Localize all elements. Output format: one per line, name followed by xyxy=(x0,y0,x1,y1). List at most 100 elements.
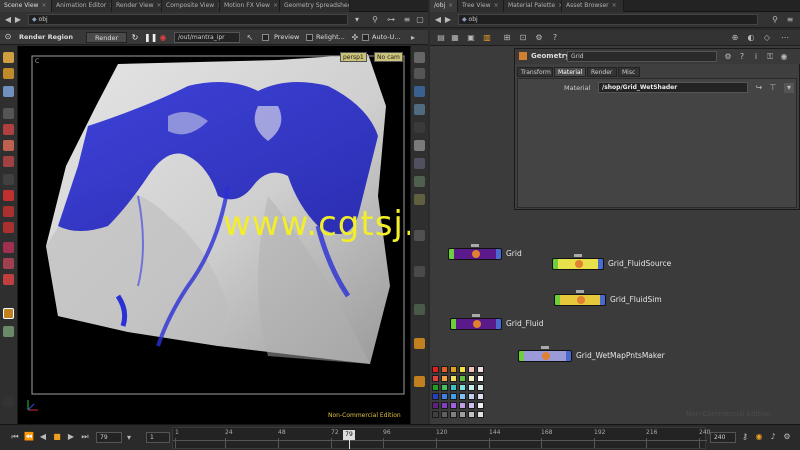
network-settings-icon[interactable]: ⚙ xyxy=(534,33,544,43)
lighting-icon[interactable] xyxy=(414,104,425,115)
node-input-connector[interactable] xyxy=(471,244,479,247)
jump-start-icon[interactable]: ⏮ xyxy=(10,432,20,442)
tile-mode-icon[interactable]: ▣ xyxy=(466,33,476,43)
flipbook-icon[interactable] xyxy=(414,376,425,387)
palette-swatch[interactable] xyxy=(450,411,457,418)
preview-checkbox[interactable] xyxy=(262,34,269,41)
right-tab-1[interactable]: Tree View × xyxy=(458,0,504,12)
palette-swatch[interactable] xyxy=(468,411,475,418)
wireframe-icon[interactable] xyxy=(414,68,425,79)
node-input-connector[interactable] xyxy=(541,346,549,349)
left-tab-4[interactable]: Motion FX View × xyxy=(220,0,280,12)
left-tab-5[interactable]: Geometry Spreadsheet× xyxy=(280,0,350,12)
palette-swatch[interactable] xyxy=(477,384,484,391)
end-frame-field[interactable]: 240 xyxy=(710,432,736,443)
back-arrow-icon[interactable]: ◀ xyxy=(433,15,443,25)
palette-swatch[interactable] xyxy=(468,393,475,400)
maximize-icon[interactable]: ▢ xyxy=(415,15,425,25)
teapot-icon[interactable] xyxy=(3,326,14,337)
palette-swatch[interactable] xyxy=(450,384,457,391)
palette-swatch[interactable] xyxy=(459,393,466,400)
light-tool-icon[interactable] xyxy=(3,140,14,151)
render-region-icon[interactable]: ⊙ xyxy=(3,32,13,42)
node-chooser-icon[interactable]: ⊤ xyxy=(768,83,778,93)
refresh-icon[interactable]: ↻ xyxy=(130,33,140,43)
lock-icon[interactable]: ⚿ xyxy=(765,52,775,62)
snap-tool-icon[interactable] xyxy=(3,174,14,185)
node-body[interactable] xyxy=(448,248,502,260)
zoom-fit-icon[interactable]: ⊡ xyxy=(518,33,528,43)
backface-icon[interactable] xyxy=(414,176,425,187)
palette-swatch[interactable] xyxy=(441,366,448,373)
snap-network-icon[interactable]: ⊕ xyxy=(730,33,740,43)
close-icon[interactable]: × xyxy=(273,2,278,9)
right-path-field[interactable]: ◆ obj xyxy=(458,14,758,25)
brush-tool-icon[interactable] xyxy=(3,206,14,217)
back-arrow-icon[interactable]: ◀ xyxy=(3,15,13,25)
link-icon[interactable]: ⊶ xyxy=(386,15,396,25)
palette-swatch[interactable] xyxy=(468,366,475,373)
camera-icon[interactable]: ✜ xyxy=(350,33,360,43)
info-icon[interactable]: i xyxy=(751,52,761,62)
palette-swatch[interactable] xyxy=(432,366,439,373)
node-body[interactable] xyxy=(554,294,606,306)
chevron-down-icon[interactable]: ▾ xyxy=(352,15,362,25)
left-tab-2[interactable]: Render View × xyxy=(112,0,162,12)
gear-icon[interactable]: ⚙ xyxy=(723,52,733,62)
pause-icon[interactable]: ❚❚ xyxy=(144,33,157,43)
settings-icon[interactable]: ≡ xyxy=(402,15,412,25)
magnet-tool-icon[interactable] xyxy=(3,190,14,201)
close-icon[interactable]: × xyxy=(494,2,499,9)
param-tab-material[interactable]: Material xyxy=(554,67,586,77)
color-icon[interactable]: ◐ xyxy=(746,33,756,43)
left-tab-0[interactable]: Scene View × xyxy=(0,0,52,12)
xray-icon[interactable] xyxy=(414,194,425,205)
node-name-field[interactable]: Grid xyxy=(567,51,717,62)
palette-swatch[interactable] xyxy=(459,384,466,391)
palette-swatch[interactable] xyxy=(477,375,484,382)
ghost-icon[interactable] xyxy=(414,122,425,133)
active-tool-icon[interactable] xyxy=(3,308,14,319)
dropdown-icon[interactable]: ▾ xyxy=(784,83,794,93)
right-tab-0[interactable]: /obj × xyxy=(430,0,458,12)
camera-tool-icon[interactable] xyxy=(3,156,14,167)
help-icon[interactable]: ? xyxy=(550,33,560,43)
paint-tool-icon[interactable] xyxy=(3,222,14,233)
palette-swatch[interactable] xyxy=(432,402,439,409)
close-icon[interactable]: × xyxy=(448,2,453,9)
arrow-jump-icon[interactable]: ↪ xyxy=(754,83,764,93)
network-view[interactable]: Geometry Grid ⚙ ? i ⚿ ◉ Transform Materia… xyxy=(430,46,800,424)
right-tab-2[interactable]: Material Palette× xyxy=(504,0,562,12)
left-path-field[interactable]: ◆ obj xyxy=(28,14,348,25)
left-tab-3[interactable]: Composite View× xyxy=(162,0,220,12)
snapshot-icon[interactable] xyxy=(414,304,425,315)
param-tab-transform[interactable]: Transform xyxy=(517,67,553,77)
palette-swatch[interactable] xyxy=(459,402,466,409)
geo-tool-icon[interactable] xyxy=(3,242,14,253)
play-forward-icon[interactable]: ▶ xyxy=(66,432,76,442)
shape-icon[interactable]: ◇ xyxy=(762,33,772,43)
close-icon[interactable]: × xyxy=(41,2,46,9)
palette-swatch[interactable] xyxy=(477,411,484,418)
camera-view-icon[interactable] xyxy=(414,266,425,277)
palette-swatch[interactable] xyxy=(477,393,484,400)
grid-mode-icon[interactable]: ▦ xyxy=(450,33,460,43)
param-pane-icon[interactable]: ▥ xyxy=(482,33,492,43)
close-icon[interactable]: × xyxy=(157,2,161,9)
output-driver-field[interactable]: /out/mantra_ipr xyxy=(174,32,240,43)
points-icon[interactable] xyxy=(414,140,425,151)
node-body[interactable] xyxy=(450,318,502,330)
render-tool-icon[interactable] xyxy=(3,124,14,135)
select-arrow-icon[interactable]: ↖ xyxy=(245,33,255,43)
settings-icon[interactable]: ≡ xyxy=(785,15,795,25)
audio-icon[interactable]: ♪ xyxy=(768,432,778,442)
list-mode-icon[interactable]: ▤ xyxy=(436,33,446,43)
palette-swatch[interactable] xyxy=(450,366,457,373)
stop-icon[interactable]: ◉ xyxy=(158,33,168,43)
param-tab-misc[interactable]: Misc xyxy=(618,67,640,77)
palette-swatch[interactable] xyxy=(432,384,439,391)
lasso-tool-icon[interactable] xyxy=(3,274,14,285)
playhead[interactable]: 79 xyxy=(343,430,355,440)
palette-swatch[interactable] xyxy=(468,384,475,391)
close-icon[interactable]: × xyxy=(612,2,617,9)
